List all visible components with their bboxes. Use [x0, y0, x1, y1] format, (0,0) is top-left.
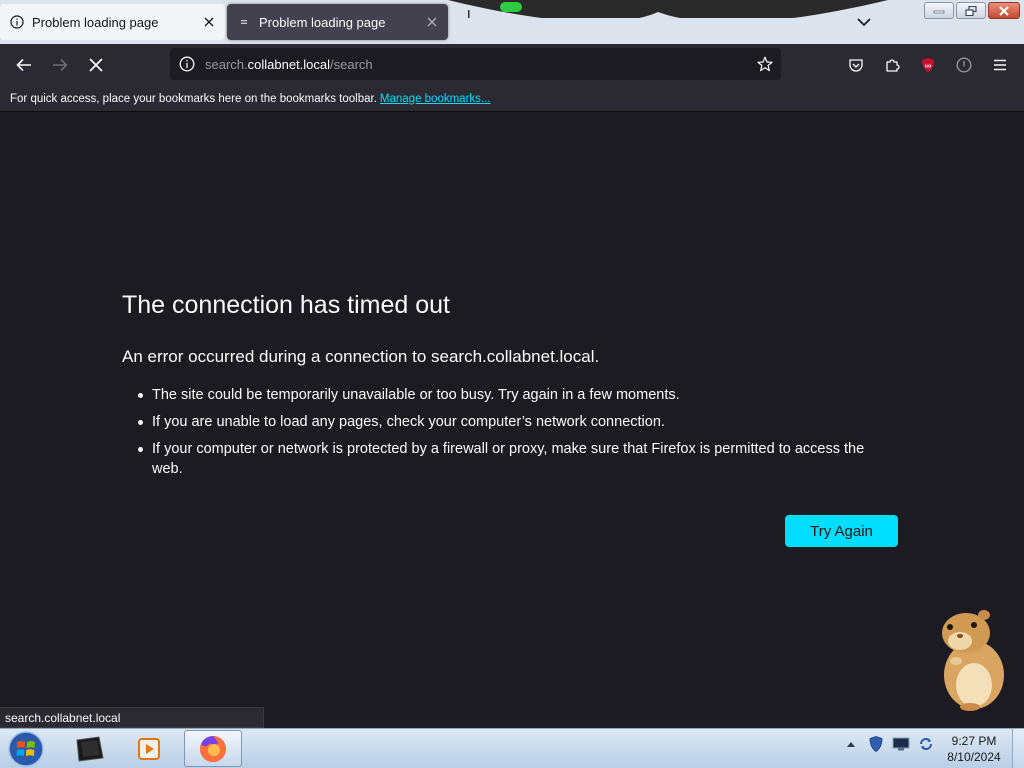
show-desktop-button[interactable] [1012, 729, 1024, 768]
tab-problem-loading-2[interactable]: Problem loading page [227, 4, 448, 40]
url-path: /search [330, 56, 373, 72]
error-title: The connection has timed out [122, 291, 450, 319]
extensions-puzzle-icon[interactable] [879, 52, 905, 78]
tab-title: Problem loading page [32, 14, 159, 30]
url-text[interactable]: search.collabnet.local/search [205, 57, 373, 72]
link-status-tooltip: search.collabnet.local [0, 707, 264, 728]
ublock-origin-icon[interactable]: uo [915, 52, 941, 78]
tab-strip: Problem loading page Problem loading pag… [0, 0, 1024, 44]
show-hidden-icons[interactable] [842, 735, 860, 753]
info-icon [9, 14, 25, 30]
system-tray [842, 735, 935, 753]
svg-text:uo: uo [925, 64, 932, 70]
error-page: The connection has timed out An error oc… [0, 113, 1024, 728]
site-info-icon[interactable] [178, 55, 196, 73]
restore-icon[interactable] [956, 2, 986, 19]
close-tab-icon[interactable] [199, 12, 219, 32]
network-icon[interactable] [892, 735, 910, 753]
tab-title: Problem loading page [259, 14, 386, 30]
list-item: If you are unable to load any pages, che… [138, 412, 898, 432]
list-item: If your computer or network is protected… [138, 439, 898, 479]
tab-problem-loading-1[interactable]: Problem loading page [0, 4, 225, 40]
navigation-toolbar: search.collabnet.local/search uo [0, 44, 1024, 86]
minimize-icon[interactable] [924, 2, 954, 19]
shield-icon[interactable] [867, 735, 885, 753]
taskbar: 9:27 PM 8/10/2024 [0, 728, 1024, 768]
pocket-icon[interactable] [843, 52, 869, 78]
bookmarks-toolbar: For quick access, place your bookmarks h… [0, 86, 1024, 112]
close-window-icon[interactable] [988, 2, 1020, 19]
manage-bookmarks-link[interactable]: Manage bookmarks... [380, 93, 491, 105]
list-item: The site could be temporarily unavailabl… [138, 385, 898, 405]
media-player-icon[interactable] [120, 730, 178, 767]
titlebar-decoration [448, 0, 888, 18]
url-bar[interactable]: search.collabnet.local/search [170, 48, 781, 80]
extension-info-icon[interactable] [951, 52, 977, 78]
url-subdomain: search. [205, 56, 248, 72]
windows-start-icon[interactable] [6, 730, 46, 768]
list-all-tabs-chevron-down-icon[interactable] [852, 10, 876, 34]
window-controls [924, 2, 1020, 19]
error-suggestions-list: The site could be temporarily unavailabl… [138, 385, 898, 486]
bookmark-star-icon[interactable] [755, 54, 775, 74]
url-host: collabnet.local [247, 56, 331, 72]
forward-arrow-icon[interactable] [47, 52, 73, 78]
hamburger-menu-icon[interactable] [987, 52, 1013, 78]
try-again-button[interactable]: Try Again [785, 515, 898, 547]
back-arrow-icon[interactable] [11, 52, 37, 78]
terminal-icon[interactable] [60, 730, 118, 767]
error-description: An error occurred during a connection to… [122, 347, 600, 366]
firefox-icon[interactable] [184, 730, 242, 767]
hamster-desktop-pet[interactable] [930, 603, 1014, 713]
stop-loading-icon[interactable] [83, 52, 109, 78]
close-tab-icon[interactable] [422, 12, 442, 32]
loading-icon [236, 14, 252, 30]
system-clock[interactable]: 9:27 PM 8/10/2024 [940, 733, 1008, 765]
clock-time: 9:27 PM [951, 734, 997, 748]
bookmarks-toolbar-message: For quick access, place your bookmarks h… [10, 92, 377, 105]
sync-icon[interactable] [917, 735, 935, 753]
clock-date: 8/10/2024 [947, 750, 1001, 764]
